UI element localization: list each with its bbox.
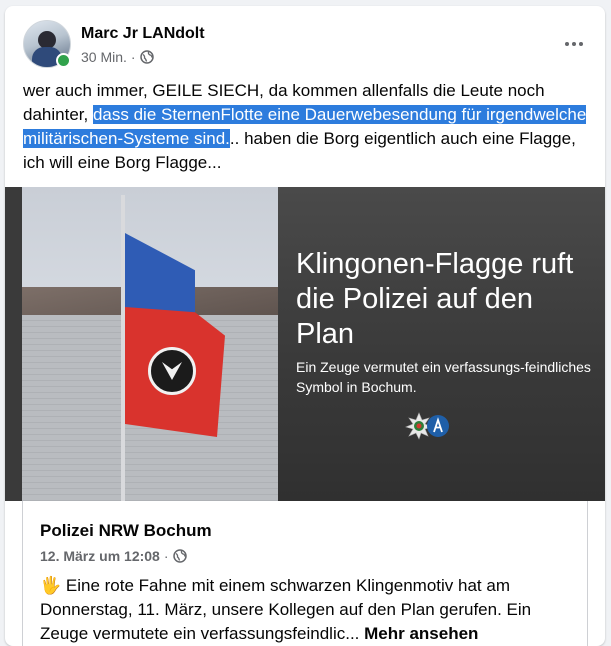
post-text: wer auch immer, GEILE SIECH, da kommen a…	[23, 79, 593, 175]
more-options-icon[interactable]	[559, 32, 589, 56]
police-logo-icon	[405, 412, 451, 440]
post-meta: 30 Min. ·	[81, 49, 154, 65]
globe-icon	[172, 549, 187, 563]
image-subline: Ein Zeuge vermutet ein verfassungs-feind…	[296, 359, 591, 395]
klingon-emblem-icon	[148, 347, 196, 395]
shared-page-name[interactable]: Polizei NRW Bochum	[40, 521, 212, 541]
shared-post-date[interactable]: 12. März um 12:08	[40, 548, 160, 564]
see-more-link[interactable]: Mehr ansehen	[364, 624, 478, 643]
post-card: Marc Jr LANdolt 30 Min. · wer auch immer…	[5, 6, 605, 646]
headline-panel: Klingonen-Flagge ruft die Polizei auf de…	[278, 187, 605, 501]
flag-photo	[22, 187, 278, 501]
post-header: Marc Jr LANdolt 30 Min. ·	[23, 20, 593, 72]
raised-hand-icon: 🖐	[40, 576, 62, 595]
image-headline: Klingonen-Flagge ruft die Polizei auf de…	[296, 248, 574, 350]
globe-icon	[139, 50, 154, 64]
shared-image[interactable]: Klingonen-Flagge ruft die Polizei auf de…	[5, 187, 605, 501]
online-status-icon	[56, 53, 71, 68]
shared-post-card[interactable]: Polizei NRW Bochum 12. März um 12:08 · 🖐…	[22, 501, 588, 646]
shared-post-text: 🖐 Eine rote Fahne mit einem schwarzen Kl…	[40, 574, 580, 646]
shared-post-meta: 12. März um 12:08 ·	[40, 548, 187, 564]
shared-meta-separator: ·	[163, 548, 169, 564]
author-name[interactable]: Marc Jr LANdolt	[81, 25, 205, 43]
post-timestamp[interactable]: 30 Min.	[81, 49, 127, 65]
image-left-border	[5, 187, 22, 501]
meta-separator: ·	[130, 49, 136, 65]
